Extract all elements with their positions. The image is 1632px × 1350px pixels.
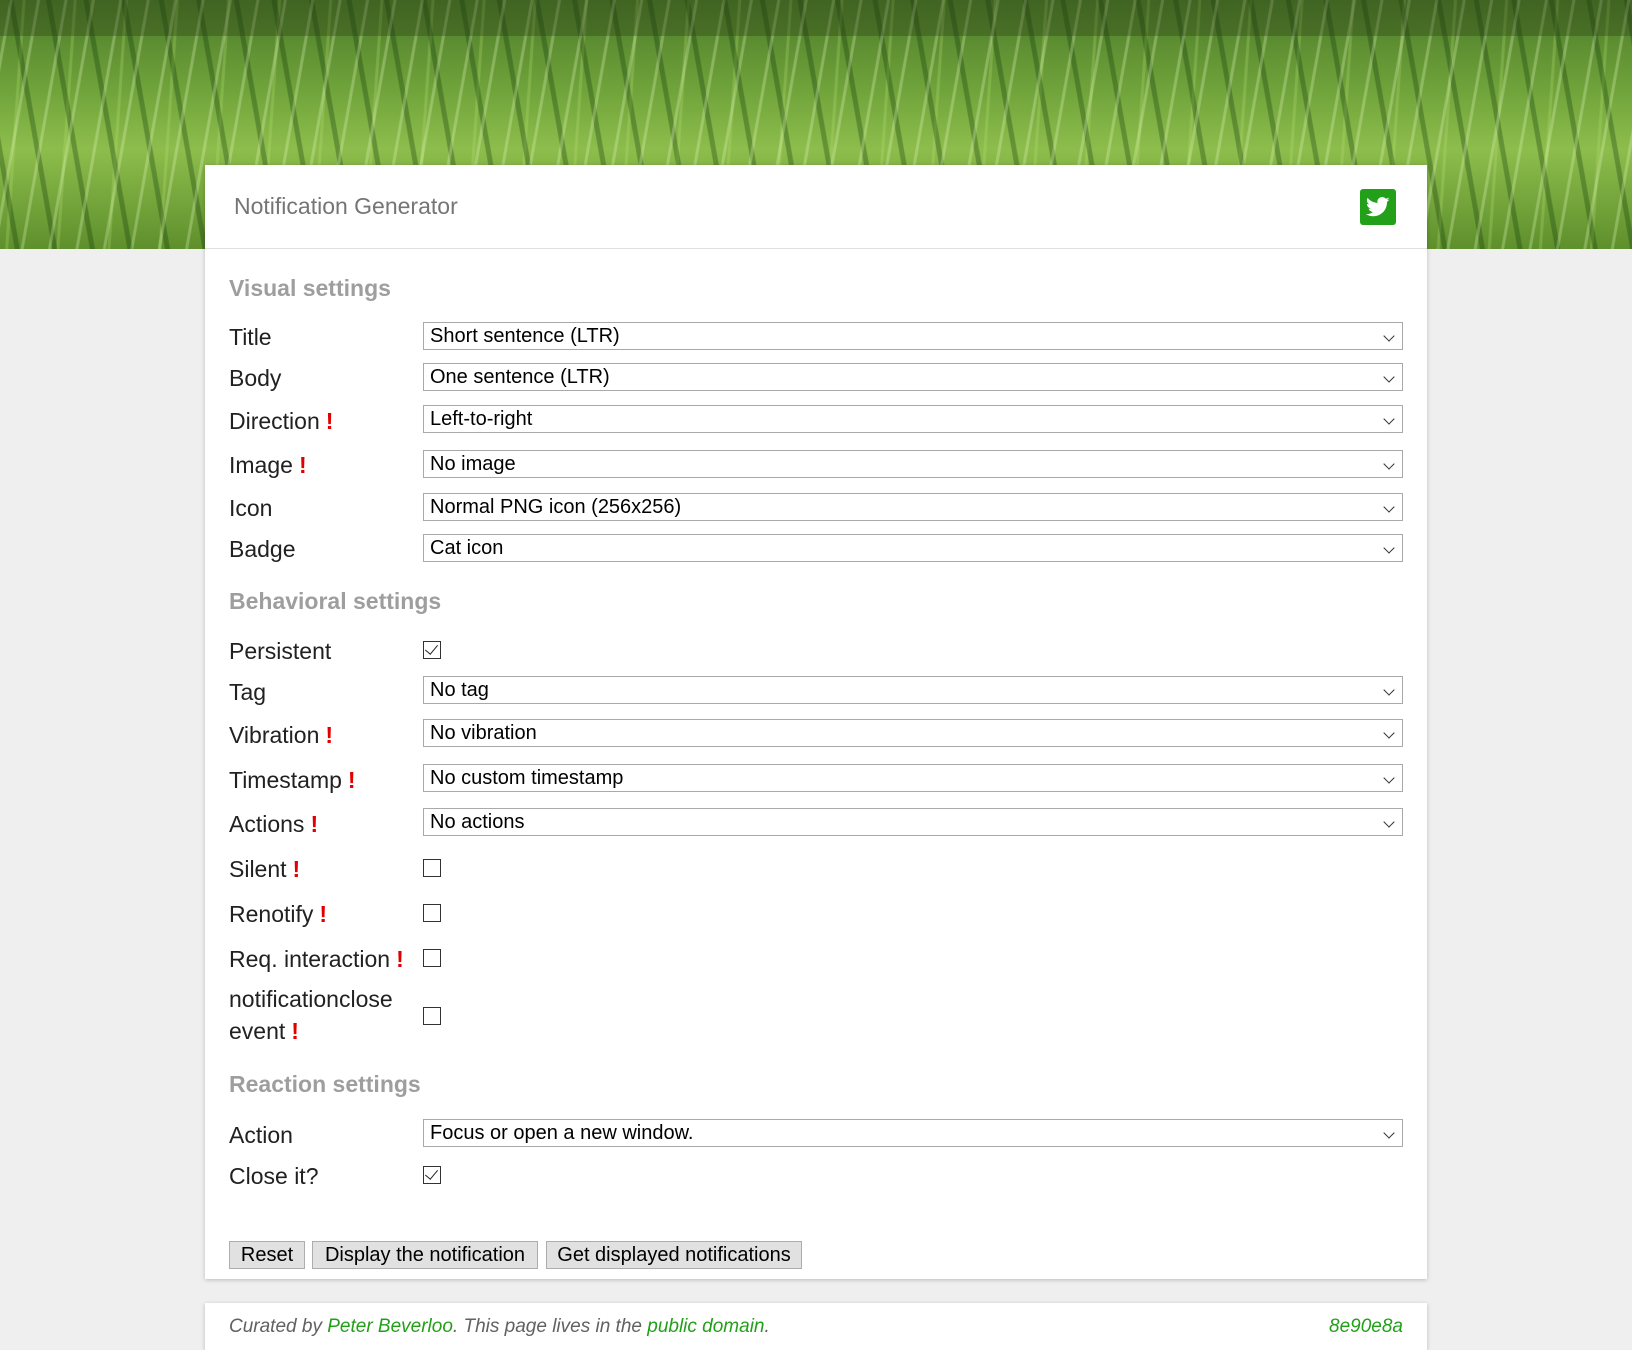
chevron-down-icon (1383, 542, 1395, 554)
warning-mark-icon: ! (298, 452, 307, 478)
badge-label: Badge (229, 536, 296, 562)
warning-mark-icon: ! (319, 901, 328, 927)
req-interaction-label: Req. interaction! (229, 946, 404, 972)
chevron-down-icon (1383, 684, 1395, 696)
close-it-checkbox[interactable] (423, 1166, 441, 1184)
chevron-down-icon (1383, 458, 1395, 470)
actions-select-value: No actions (430, 811, 525, 833)
action-label: Action (229, 1122, 293, 1148)
image-select-value: No image (430, 453, 516, 475)
warning-mark-icon: ! (325, 722, 334, 748)
footer-text: Curated by Peter Beverloo. This page liv… (229, 1316, 770, 1337)
vibration-select-value: No vibration (430, 722, 537, 744)
body-select-value: One sentence (LTR) (430, 366, 610, 388)
display-notification-button[interactable]: Display the notification (312, 1241, 538, 1269)
section-reaction-settings: Reaction settings (229, 1071, 421, 1097)
warning-mark-icon: ! (396, 946, 404, 972)
badge-select-value: Cat icon (430, 537, 504, 559)
renotify-checkbox[interactable] (423, 904, 441, 922)
body-label: Body (229, 365, 282, 391)
silent-label: Silent! (229, 856, 301, 882)
vibration-select[interactable]: No vibration (423, 719, 1403, 747)
badge-select[interactable]: Cat icon (423, 534, 1403, 562)
title-select-value: Short sentence (LTR) (430, 325, 620, 347)
close-event-checkbox[interactable] (423, 1007, 441, 1025)
warning-mark-icon: ! (347, 767, 356, 793)
close-event-label: notificationclose event! (229, 986, 393, 1044)
actions-select[interactable]: No actions (423, 808, 1403, 836)
chevron-down-icon (1383, 816, 1395, 828)
checkmark-icon (424, 641, 439, 655)
renotify-label: Renotify! (229, 901, 328, 927)
icon-select[interactable]: Normal PNG icon (256x256) (423, 493, 1403, 521)
direction-label: Direction! (229, 408, 334, 434)
image-label: Image! (229, 452, 307, 478)
twitter-bird-icon (1366, 197, 1390, 217)
persistent-checkbox[interactable] (423, 641, 441, 659)
chevron-down-icon (1383, 330, 1395, 342)
chevron-down-icon (1383, 371, 1395, 383)
checkmark-icon (424, 1166, 439, 1180)
action-select-value: Focus or open a new window. (430, 1122, 694, 1144)
close-it-label: Close it? (229, 1163, 319, 1189)
license-link[interactable]: public domain (647, 1316, 764, 1337)
body-select[interactable]: One sentence (LTR) (423, 363, 1403, 391)
req-interaction-checkbox[interactable] (423, 949, 441, 967)
section-behavioral-settings: Behavioral settings (229, 588, 442, 614)
footer-card: Curated by Peter Beverloo. This page liv… (205, 1303, 1427, 1350)
chevron-down-icon (1383, 501, 1395, 513)
persistent-label: Persistent (229, 638, 332, 664)
warning-mark-icon: ! (291, 1018, 299, 1044)
tag-select[interactable]: No tag (423, 676, 1403, 704)
header-banner-top-band (0, 0, 1632, 36)
icon-label: Icon (229, 495, 273, 521)
vibration-label: Vibration! (229, 722, 334, 748)
chevron-down-icon (1383, 772, 1395, 784)
tag-label: Tag (229, 679, 267, 705)
settings-card: Notification Generator Visual settings T… (205, 165, 1427, 1279)
warning-mark-icon: ! (310, 811, 319, 837)
direction-select[interactable]: Left-to-right (423, 405, 1403, 433)
title-select[interactable]: Short sentence (LTR) (423, 322, 1403, 350)
icon-select-value: Normal PNG icon (256x256) (430, 496, 682, 518)
action-select[interactable]: Focus or open a new window. (423, 1119, 1403, 1147)
chevron-down-icon (1383, 1127, 1395, 1139)
card-header: Notification Generator (205, 165, 1427, 249)
direction-select-value: Left-to-right (430, 408, 533, 430)
warning-mark-icon: ! (325, 408, 334, 434)
warning-mark-icon: ! (292, 856, 301, 882)
app-title: Notification Generator (234, 193, 458, 219)
silent-checkbox[interactable] (423, 859, 441, 877)
chevron-down-icon (1383, 413, 1395, 425)
reset-button[interactable]: Reset (229, 1241, 305, 1269)
tag-select-value: No tag (430, 679, 489, 701)
actions-label: Actions! (229, 811, 319, 837)
timestamp-label: Timestamp! (229, 767, 356, 793)
title-label: Title (229, 324, 272, 350)
author-link[interactable]: Peter Beverloo (327, 1316, 453, 1337)
image-select[interactable]: No image (423, 450, 1403, 478)
commit-hash-link[interactable]: 8e90e8a (1329, 1316, 1403, 1338)
twitter-share-button[interactable] (1360, 189, 1396, 225)
section-visual-settings: Visual settings (229, 275, 391, 301)
timestamp-select-value: No custom timestamp (430, 767, 624, 789)
chevron-down-icon (1383, 727, 1395, 739)
get-displayed-notifications-button[interactable]: Get displayed notifications (546, 1241, 802, 1269)
timestamp-select[interactable]: No custom timestamp (423, 764, 1403, 792)
